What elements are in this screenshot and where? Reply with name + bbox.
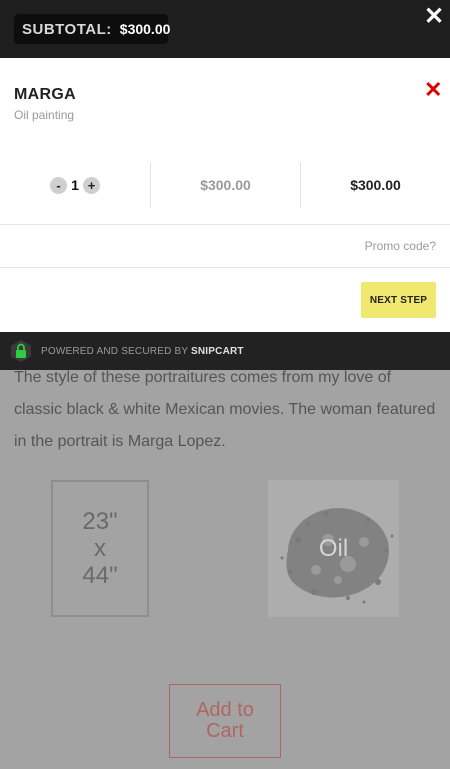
medium-label: Oil	[318, 534, 349, 562]
close-icon[interactable]: ✕	[424, 5, 444, 29]
product-description: The style of these portraitures comes fr…	[14, 362, 439, 458]
quantity-stepper: - 1 +	[0, 162, 150, 208]
divider	[0, 267, 450, 268]
divider	[0, 224, 450, 225]
item-subtitle: Oil painting	[14, 108, 75, 122]
snipcart-brand: SNIPCART	[191, 346, 244, 357]
subtotal-badge: SUBTOTAL: $300.00	[14, 14, 171, 44]
promo-code-link[interactable]: Promo code?	[365, 239, 436, 253]
size-height: 44"	[82, 562, 118, 589]
subtotal-value: $300.00	[119, 21, 171, 37]
description-line: in the portrait is Marga Lopez.	[14, 433, 226, 450]
secure-footer: POWERED AND SECURED BY SNIPCART	[0, 332, 450, 370]
add-to-cart-line1: Add to	[196, 699, 254, 721]
unit-price: $300.00	[200, 177, 251, 193]
increment-button[interactable]: +	[83, 176, 100, 194]
cart-panel: MARGA Oil painting ✕ - 1 + $300.00 $300.…	[0, 58, 450, 332]
size-dimensions-box: 23" x 44"	[51, 480, 149, 617]
powered-by-prefix: POWERED AND SECURED BY	[41, 346, 189, 357]
size-width: 23"	[82, 508, 118, 535]
powered-by-text: POWERED AND SECURED BY SNIPCART	[41, 346, 244, 357]
decrement-button[interactable]: -	[50, 176, 67, 194]
size-separator: x	[94, 535, 106, 562]
item-quantity-row: - 1 + $300.00 $300.00	[0, 162, 450, 208]
medium-oil-box: Oil	[268, 480, 399, 617]
item-total-price: $300.00	[350, 177, 401, 193]
subtotal-label: SUBTOTAL:	[22, 20, 112, 38]
next-step-button[interactable]: NEXT STEP	[361, 282, 436, 318]
cart-header: SUBTOTAL: $300.00 ✕	[0, 0, 450, 58]
add-to-cart-line2: Cart	[206, 720, 244, 742]
remove-item-icon[interactable]: ✕	[424, 79, 442, 101]
quantity-value: 1	[71, 177, 79, 193]
add-to-cart-button[interactable]: Add to Cart	[169, 684, 281, 758]
item-name: MARGA	[14, 86, 76, 103]
lock-icon	[11, 340, 31, 362]
description-line: classic black & white Mexican movies. Th…	[14, 401, 436, 418]
